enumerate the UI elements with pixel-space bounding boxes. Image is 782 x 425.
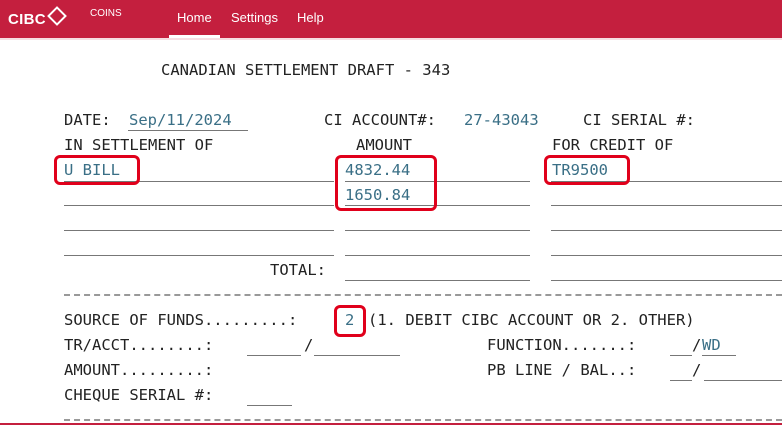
source-of-funds-hint: (1. DEBIT CIBC ACCOUNT OR 2. OTHER) [368, 311, 695, 329]
bottom-divider [64, 419, 782, 421]
highlight-credit [544, 155, 630, 185]
account-field[interactable]: 27-43043 [464, 111, 539, 129]
settlement-field-4[interactable] [64, 255, 334, 256]
total-label: TOTAL: [270, 261, 326, 279]
pb-line-separator: / [692, 361, 702, 379]
source-of-funds-label: SOURCE OF FUNDS.........: [64, 311, 298, 329]
cibc-logo: CIBC [8, 6, 67, 28]
nav-help[interactable]: Help [297, 0, 324, 38]
date-label: DATE: [64, 111, 111, 129]
bar-shadow [0, 38, 782, 40]
pb-line-label: PB LINE / BAL..: [487, 361, 637, 379]
acct-field[interactable] [314, 355, 400, 356]
pb-line-field[interactable] [670, 380, 692, 381]
app-subtitle: COINS [90, 8, 122, 19]
amount-label: AMOUNT.........: [64, 361, 214, 379]
credit-field-4[interactable] [551, 255, 782, 256]
section-divider [64, 294, 782, 296]
balance-field[interactable] [704, 380, 782, 381]
settlement-field-3[interactable] [64, 230, 334, 231]
account-label: CI ACCOUNT#: [324, 111, 436, 129]
function-separator: / [692, 336, 702, 354]
credit-field-2[interactable] [551, 205, 782, 206]
nav-settings[interactable]: Settings [231, 0, 278, 38]
date-underline [128, 130, 248, 131]
settlement-field-2[interactable] [64, 205, 334, 206]
amount-field-4[interactable] [345, 255, 530, 256]
highlight-source-of-funds [334, 305, 366, 337]
col-settlement-header: IN SETTLEMENT OF [64, 136, 214, 154]
col-amount-header: AMOUNT [356, 136, 412, 154]
highlight-amounts [335, 155, 437, 211]
col-credit-header: FOR CREDIT OF [552, 136, 674, 154]
function-prefix-field[interactable] [670, 355, 692, 356]
tr-acct-separator: / [304, 336, 314, 354]
cheque-serial-field[interactable] [247, 405, 292, 406]
page-title: CANADIAN SETTLEMENT DRAFT - 343 [161, 61, 451, 79]
total-field[interactable] [345, 280, 530, 281]
highlight-settlement [54, 155, 140, 185]
amount-field-3[interactable] [345, 230, 530, 231]
serial-label: CI SERIAL #: [583, 111, 695, 129]
brand-name: CIBC [8, 11, 46, 28]
nav-home[interactable]: Home [169, 0, 220, 38]
top-navigation-bar: CIBC COINS Home Settings Help [0, 0, 782, 38]
cheque-serial-label: CHEQUE SERIAL #: [64, 386, 214, 404]
credit-field-3[interactable] [551, 230, 782, 231]
cibc-logo-icon [46, 6, 67, 26]
tr-field[interactable] [247, 355, 301, 356]
function-underline [702, 355, 736, 356]
date-field[interactable]: Sep/11/2024 [129, 111, 232, 129]
tr-acct-label: TR/ACCT........: [64, 336, 214, 354]
function-field[interactable]: WD [702, 336, 721, 354]
total-credit-field[interactable] [551, 280, 782, 281]
function-label: FUNCTION.......: [487, 336, 637, 354]
